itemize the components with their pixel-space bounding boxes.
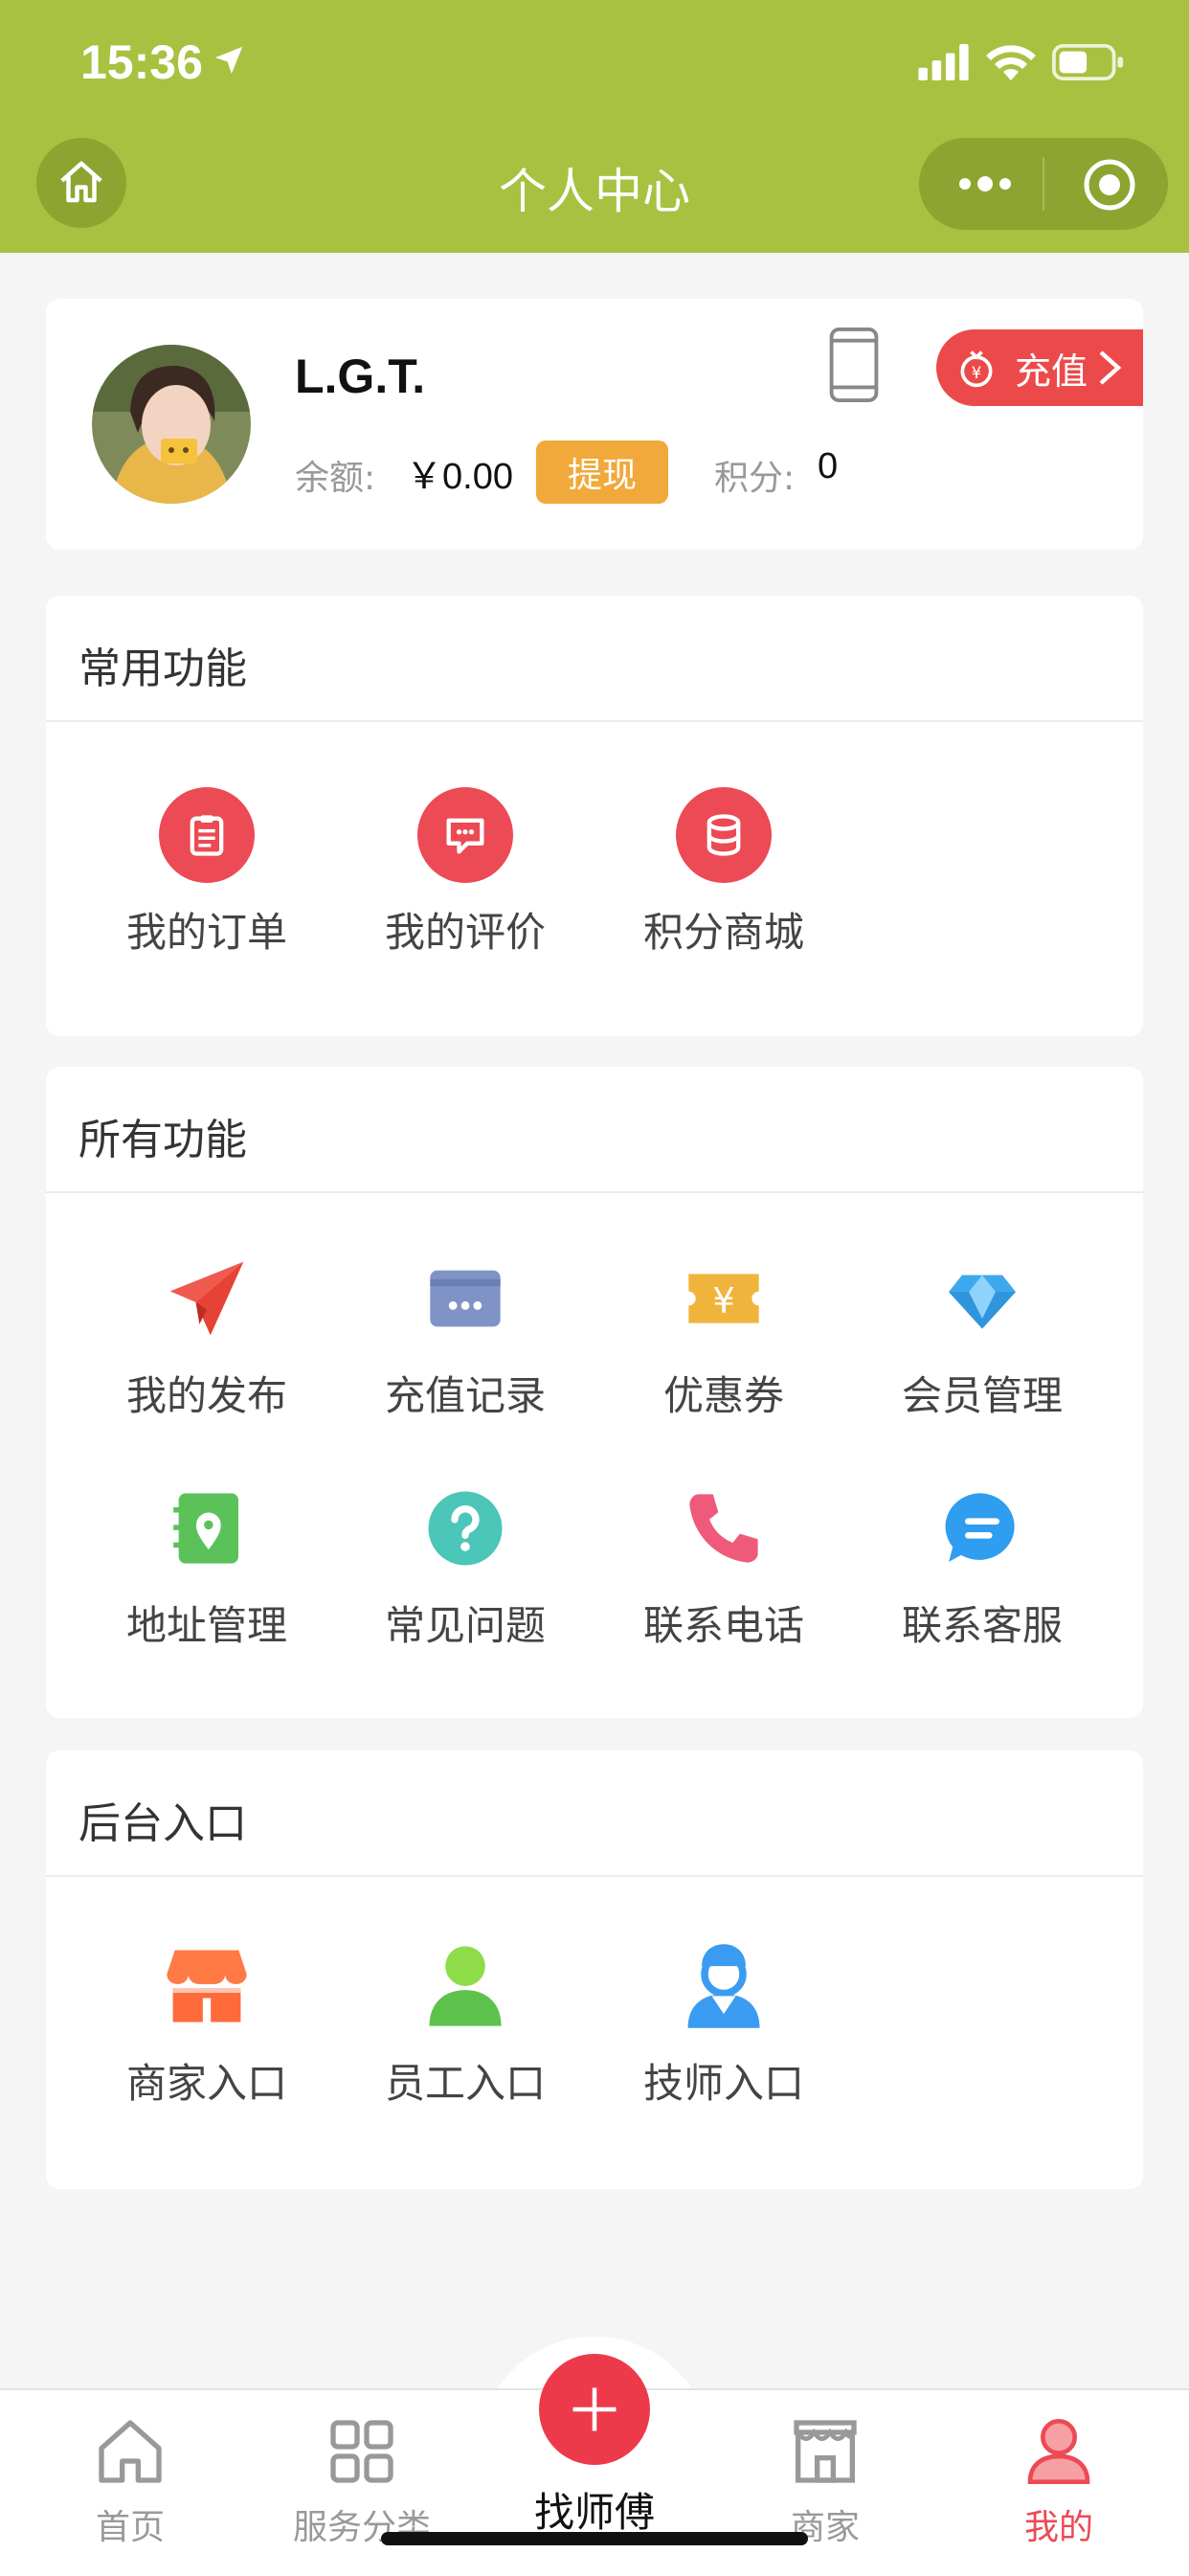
item-label: 会员管理 — [901, 1372, 1063, 1419]
tab-home[interactable]: 首页 — [34, 2413, 226, 2549]
more-icon[interactable] — [955, 167, 1015, 201]
points-value: 0 — [818, 446, 839, 486]
find-master-button[interactable] — [539, 2354, 650, 2465]
address-book-icon — [173, 1493, 238, 1564]
wifi-icon — [986, 45, 1036, 80]
withdraw-button[interactable]: 提现 — [536, 441, 668, 504]
close-target-icon[interactable] — [1082, 157, 1137, 213]
database-icon — [676, 787, 772, 883]
item-label: 地址管理 — [125, 1602, 287, 1649]
phone-icon — [689, 1494, 758, 1563]
grid-icon — [330, 2420, 393, 2483]
contact-phone-item[interactable]: 联系电话 — [594, 1480, 853, 1652]
recharge-records-item[interactable]: 充值记录 — [336, 1251, 594, 1422]
svg-text:¥: ¥ — [712, 1280, 734, 1322]
item-label: 我的评价 — [384, 909, 546, 956]
item-label: 充值记录 — [384, 1372, 546, 1419]
divider — [46, 720, 1143, 722]
backend-entrance-card: 后台入口 商家入口 员工入口 技师入口 — [46, 1751, 1143, 2189]
coupon-icon: ¥ — [688, 1274, 759, 1323]
tab-merchants[interactable]: 商家 — [729, 2413, 921, 2549]
points-mall-item[interactable]: 积分商城 — [594, 787, 853, 959]
money-bag-icon: ¥ — [960, 350, 993, 388]
item-label: 我的发布 — [125, 1372, 287, 1419]
location-arrow-icon — [214, 46, 243, 75]
avatar[interactable] — [92, 345, 251, 504]
mini-program-capsule — [919, 138, 1168, 230]
section-title: 常用功能 — [79, 644, 247, 693]
card-icon — [430, 1270, 501, 1327]
battery-icon — [1052, 44, 1124, 80]
item-label: 技师入口 — [642, 2060, 804, 2107]
store-icon — [794, 2420, 857, 2483]
my-posts-item[interactable]: 我的发布 — [78, 1251, 336, 1422]
paper-plane-icon — [169, 1261, 244, 1336]
item-label: 常见问题 — [384, 1602, 546, 1649]
navigation-bar: 15:36 个人中心 — [0, 0, 1189, 253]
home-icon — [99, 2420, 162, 2483]
all-functions-card: 所有功能 我的发布 充值记录 ¥ 优惠券 会员管理 地址管理 常见问题 联系电话… — [46, 1067, 1143, 1718]
item-label: 我的订单 — [125, 909, 287, 956]
capsule-divider — [1043, 157, 1044, 211]
member-management-item[interactable]: 会员管理 — [853, 1251, 1111, 1422]
tab-label: 我的 — [1023, 2508, 1093, 2547]
coupons-item[interactable]: ¥ 优惠券 — [594, 1251, 853, 1422]
points-label: 积分: — [714, 459, 796, 498]
status-time: 15:36 — [80, 35, 203, 89]
chat-icon — [945, 1493, 1015, 1562]
find-master-label[interactable]: 找师傅 — [498, 2480, 691, 2539]
balance-value: ￥0.00 — [406, 457, 513, 497]
chevron-right-icon — [1099, 350, 1122, 385]
technician-icon — [687, 1944, 760, 2028]
shop-icon — [167, 1950, 247, 2022]
plus-icon — [572, 2387, 617, 2431]
item-label: 联系电话 — [642, 1602, 804, 1649]
item-label: 积分商城 — [642, 909, 804, 956]
common-functions-card: 常用功能 我的订单 我的评价 积分商城 — [46, 596, 1143, 1036]
clipboard-icon — [159, 787, 255, 883]
question-icon — [428, 1491, 503, 1566]
address-management-item[interactable]: 地址管理 — [78, 1480, 336, 1652]
profile-card: L.G.T. 余额: ￥0.00 提现 积分: 0 ¥ 充值 — [46, 299, 1143, 550]
section-title: 后台入口 — [79, 1799, 247, 1848]
signal-icon — [918, 44, 969, 80]
employee-entrance-item[interactable]: 员工入口 — [336, 1938, 594, 2110]
my-reviews-item[interactable]: 我的评价 — [336, 787, 594, 959]
tab-categories[interactable]: 服务分类 — [266, 2413, 458, 2549]
item-label: 员工入口 — [384, 2060, 546, 2107]
divider — [46, 1875, 1143, 1877]
my-orders-item[interactable]: 我的订单 — [78, 787, 336, 959]
merchant-entrance-item[interactable]: 商家入口 — [78, 1938, 336, 2110]
diamond-icon — [949, 1275, 1016, 1329]
svg-text:¥: ¥ — [972, 364, 982, 382]
customer-service-item[interactable]: 联系客服 — [853, 1480, 1111, 1652]
user-icon — [1027, 2419, 1090, 2484]
tab-label: 首页 — [95, 2508, 165, 2547]
recharge-button[interactable]: ¥ 充值 — [936, 329, 1143, 406]
item-label: 联系客服 — [901, 1602, 1063, 1649]
faq-item[interactable]: 常见问题 — [336, 1480, 594, 1652]
balance-label: 余额: — [295, 459, 376, 498]
technician-entrance-item[interactable]: 技师入口 — [594, 1938, 853, 2110]
tab-mine[interactable]: 我的 — [963, 2413, 1155, 2549]
home-indicator — [381, 2532, 808, 2545]
item-label: 商家入口 — [125, 2060, 287, 2107]
divider — [46, 1191, 1143, 1193]
comment-icon — [417, 787, 513, 883]
employee-icon — [429, 1946, 502, 2026]
item-label: 优惠券 — [662, 1372, 784, 1419]
mobile-phone-icon[interactable] — [827, 328, 881, 402]
section-title: 所有功能 — [79, 1116, 247, 1164]
recharge-label: 充值 — [1015, 350, 1088, 393]
username: L.G.T. — [295, 350, 426, 403]
